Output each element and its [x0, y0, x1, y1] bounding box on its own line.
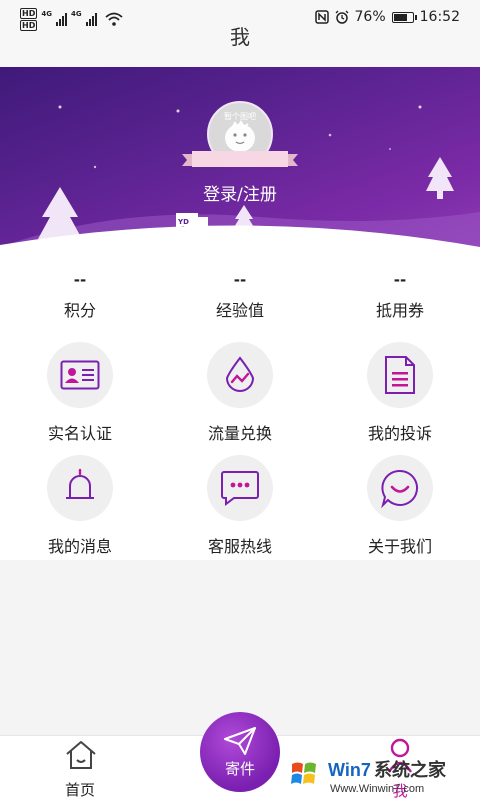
menu-icon-bg [207, 455, 273, 521]
menu-label: 我的消息 [47, 537, 112, 556]
watermark-logo: Win7 系统之家 Www.Winwin7.com [284, 754, 447, 795]
menu-about-us[interactable]: 关于我们 [340, 455, 460, 557]
stat-vouchers-label: 抵用券 [375, 301, 424, 320]
battery-icon [391, 11, 417, 23]
data-drop-icon [225, 356, 255, 392]
smile-bubble-icon [381, 469, 419, 508]
login-register-link[interactable]: 登录/注册 [0, 180, 480, 205]
stat-experience[interactable]: -- 经验值 [180, 271, 300, 321]
nav-home-label: 首页 [64, 781, 95, 799]
send-package-button[interactable]: 寄件 [200, 712, 280, 792]
menu-service-hotline[interactable]: 客服热线 [180, 455, 300, 557]
menu-my-messages[interactable]: 我的消息 [20, 455, 140, 557]
bell-icon [66, 468, 94, 499]
menu-label: 流量兑换 [207, 424, 272, 443]
chat-bubble-icon [221, 471, 259, 506]
menu-data-exchange[interactable]: 流量兑换 [180, 342, 300, 444]
menu-my-complaints[interactable]: 我的投诉 [340, 342, 460, 444]
avatar-caption: 暂个图吧 [224, 112, 256, 121]
document-icon [385, 356, 415, 394]
menu-icon-bg [367, 342, 433, 408]
nav-home[interactable]: 首页 [40, 736, 120, 800]
menu-label: 实名认证 [47, 424, 112, 443]
network-type-2: 4G [70, 10, 82, 18]
home-icon [66, 741, 96, 769]
stat-points-value: -- [73, 271, 87, 289]
stats-row: -- 积分 -- 经验值 -- 抵用券 [0, 271, 480, 321]
menu-label: 关于我们 [367, 537, 432, 556]
stat-experience-value: -- [233, 271, 247, 289]
menu-real-name-auth[interactable]: 实名认证 [20, 342, 140, 444]
menu-icon-bg [367, 455, 433, 521]
page-title: 我 [230, 25, 250, 49]
menu-icon-bg [47, 342, 113, 408]
ribbon-banner [182, 151, 298, 167]
stat-vouchers-value: -- [393, 271, 407, 289]
hd-badge-1: HD [20, 8, 38, 19]
content-panel: -- 积分 -- 经验值 -- 抵用券 实名认证 流量兑换 我的投诉 我的消息 … [0, 257, 480, 560]
send-package-label: 寄件 [224, 759, 255, 778]
stat-points-label: 积分 [63, 301, 96, 320]
profile-banner: YD 暂个图吧 登录/注册 [0, 67, 480, 257]
watermark-url: Www.Winwin7.com [330, 783, 424, 795]
stat-points[interactable]: -- 积分 [20, 271, 140, 321]
profile-screen: HD HD 4G 4G 76% 16:52 我 YD 暂个图吧 登录/注册 --… [0, 0, 480, 800]
stat-vouchers[interactable]: -- 抵用券 [340, 271, 460, 321]
menu-icon-bg [47, 455, 113, 521]
watermark-brand: Win7 [328, 760, 371, 780]
stat-experience-label: 经验值 [215, 301, 264, 320]
watermark-brand-cn: 系统之家 [374, 759, 447, 781]
id-card-icon [60, 360, 100, 390]
menu-label: 客服热线 [207, 537, 272, 556]
battery-fill [393, 13, 407, 21]
menu-label: 我的投诉 [367, 424, 432, 443]
network-type-1: 4G [41, 10, 52, 18]
svg-text:YD: YD [177, 218, 189, 226]
paper-plane-icon [224, 726, 256, 755]
title-bar: 我 [0, 25, 480, 66]
menu-icon-bg [207, 342, 273, 408]
